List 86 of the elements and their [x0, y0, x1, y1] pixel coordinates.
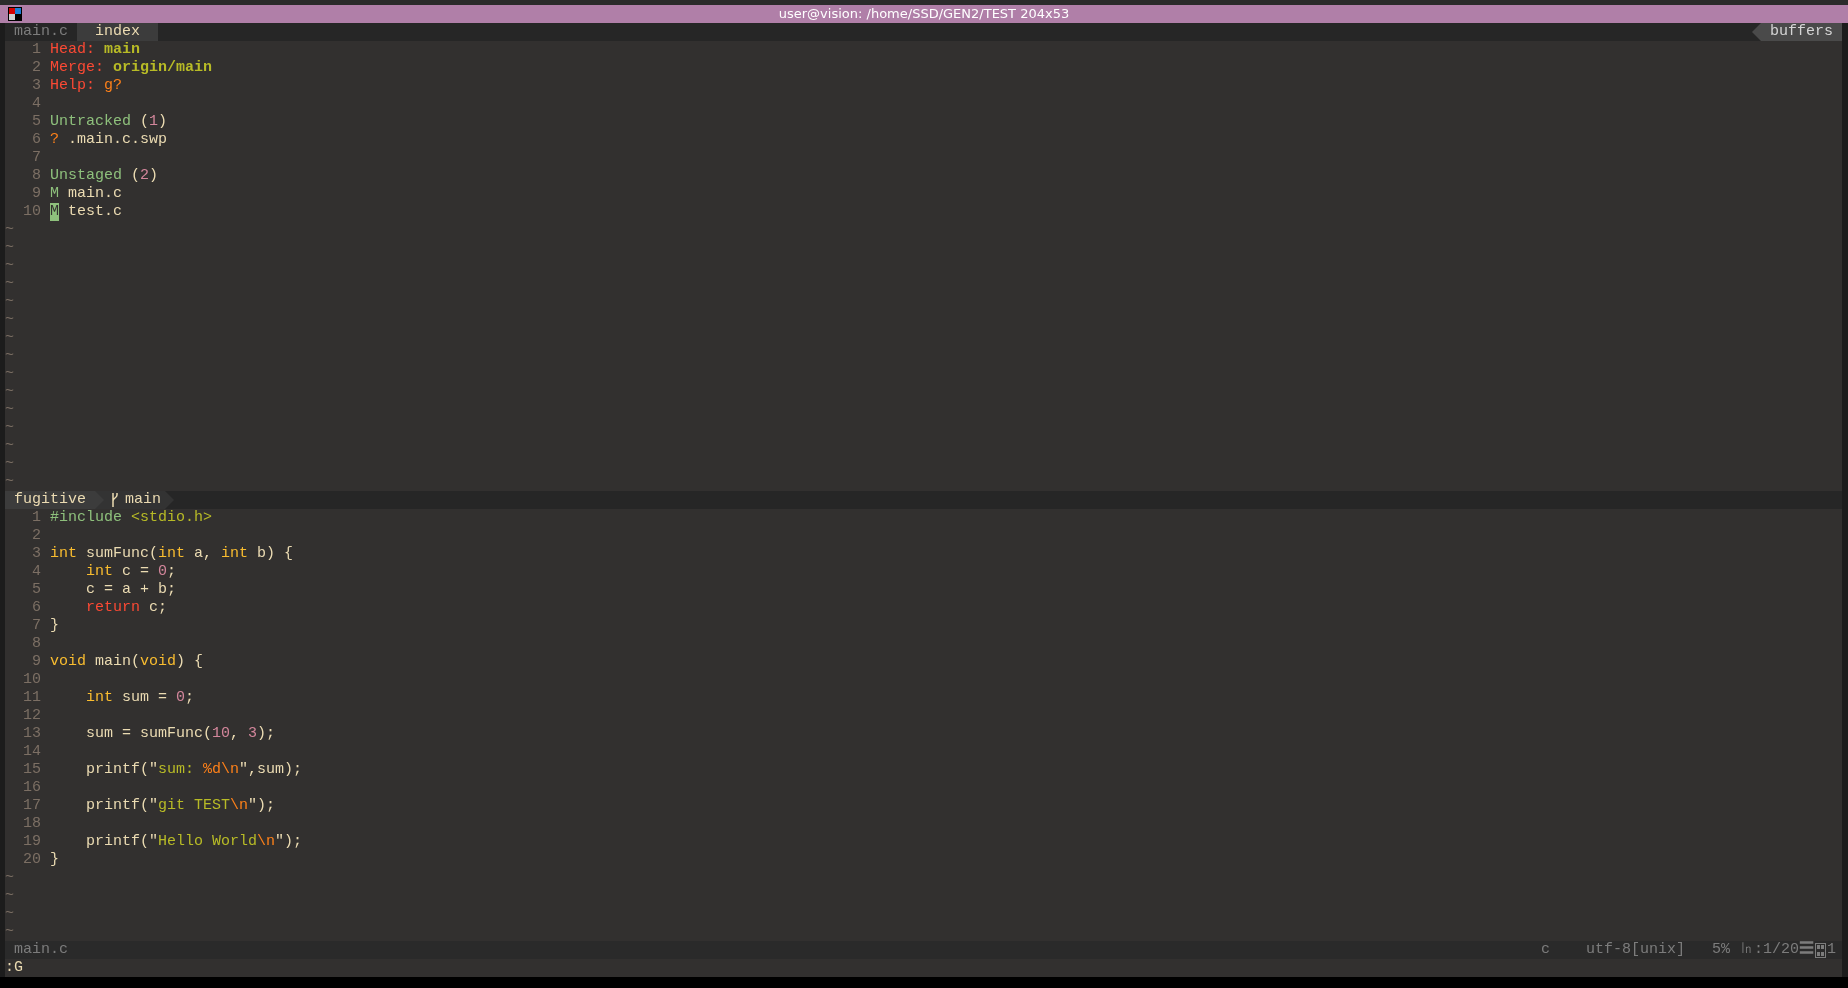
command-line: :G [5, 959, 23, 977]
empty-line-marker: ~ [5, 221, 14, 239]
line-number: 3 [31, 77, 41, 95]
code-line: ? .main.c.swp [50, 131, 168, 149]
empty-line-marker: ~ [5, 257, 14, 275]
line-number: 15 [22, 761, 41, 779]
code-line: int c = 0; [85, 563, 177, 581]
code-line: } [50, 851, 59, 869]
empty-line-marker: ~ [5, 923, 14, 941]
code-line: printf("git TEST\n"); [85, 797, 276, 815]
line-number: 9 [31, 185, 41, 203]
code-line: test.c [67, 203, 123, 221]
line-number: 5 [31, 113, 41, 131]
empty-line-marker: ~ [5, 311, 14, 329]
line-number: 7 [31, 149, 41, 167]
code-line: void main(void) { [50, 653, 204, 671]
text-cursor: M [50, 203, 59, 221]
line-number: 4 [31, 95, 41, 113]
code-line: M main.c [50, 185, 123, 203]
empty-line-marker: ~ [5, 869, 14, 887]
code-line: } [50, 617, 59, 635]
code-line: int sumFunc(int a, int b) { [50, 545, 294, 563]
cursor-position: ㏑:1/20☰ [1738, 941, 1814, 959]
line-number: 1 [31, 509, 41, 527]
code-line: #include <stdio.h> [50, 509, 213, 527]
branch-icon [110, 492, 119, 508]
empty-line-marker: ~ [5, 239, 14, 257]
line-number: 14 [22, 743, 41, 761]
empty-line-marker: ~ [5, 473, 14, 491]
line-number: 18 [22, 815, 41, 833]
line-number: 4 [31, 563, 41, 581]
line-number: 2 [31, 527, 41, 545]
column-number: 1 [1827, 941, 1837, 959]
empty-line-marker: ~ [5, 347, 14, 365]
line-number: 7 [31, 617, 41, 635]
code-line: printf("Hello World\n"); [85, 833, 303, 851]
tab[interactable]: index [77, 23, 159, 41]
code-line: c = a + b; [85, 581, 177, 599]
line-number: 3 [31, 545, 41, 563]
line-number: 2 [31, 59, 41, 77]
line-number: 17 [22, 797, 41, 815]
app-icon [8, 7, 22, 21]
code-line: Help: g? [50, 77, 123, 95]
file-encoding: utf-8[unix] [1585, 941, 1685, 959]
line-number: 6 [31, 599, 41, 617]
empty-line-marker: ~ [5, 419, 14, 437]
tab[interactable]: main.c [5, 23, 77, 41]
line-number: 8 [31, 167, 41, 185]
scroll-percent: 5% [1711, 941, 1730, 959]
empty-line-marker: ~ [5, 401, 14, 419]
line-number: 10 [22, 671, 41, 689]
empty-line-marker: ~ [5, 275, 14, 293]
line-number: 9 [31, 653, 41, 671]
code-line: printf("sum: %d\n",sum); [85, 761, 303, 779]
line-number: 16 [22, 779, 41, 797]
empty-line-marker: ~ [5, 905, 14, 923]
empty-line-marker: ~ [5, 437, 14, 455]
code-line: Unstaged (2) [50, 167, 159, 185]
line-number: 8 [31, 635, 41, 653]
code-line: Head: main [50, 41, 141, 59]
empty-line-marker: ~ [5, 329, 14, 347]
code-line: return c; [85, 599, 168, 617]
file-type: c [1540, 941, 1550, 959]
line-number: 13 [22, 725, 41, 743]
column-icon [1815, 942, 1826, 958]
buffers-label: buffers [1752, 23, 1842, 41]
file-name: main.c [13, 941, 68, 959]
line-number: 5 [31, 581, 41, 599]
empty-line-marker: ~ [5, 383, 14, 401]
code-line: int sum = 0; [85, 689, 195, 707]
branch-name: main [125, 491, 162, 509]
line-number: 10 [22, 203, 41, 221]
line-number: 19 [22, 833, 41, 851]
code-line: Untracked (1) [50, 113, 168, 131]
empty-line-marker: ~ [5, 365, 14, 383]
line-number: 11 [22, 689, 41, 707]
code-line: Merge: origin/main [50, 59, 213, 77]
empty-line-marker: ~ [5, 887, 14, 905]
code-line: sum = sumFunc(10, 3); [85, 725, 276, 743]
window-title: user@vision: /home/SSD/GEN2/TEST 204x53 [778, 5, 1070, 23]
line-number: 1 [31, 41, 41, 59]
line-number: 12 [22, 707, 41, 725]
empty-line-marker: ~ [5, 455, 14, 473]
line-number: 20 [22, 851, 41, 869]
line-number: 6 [31, 131, 41, 149]
empty-line-marker: ~ [5, 293, 14, 311]
